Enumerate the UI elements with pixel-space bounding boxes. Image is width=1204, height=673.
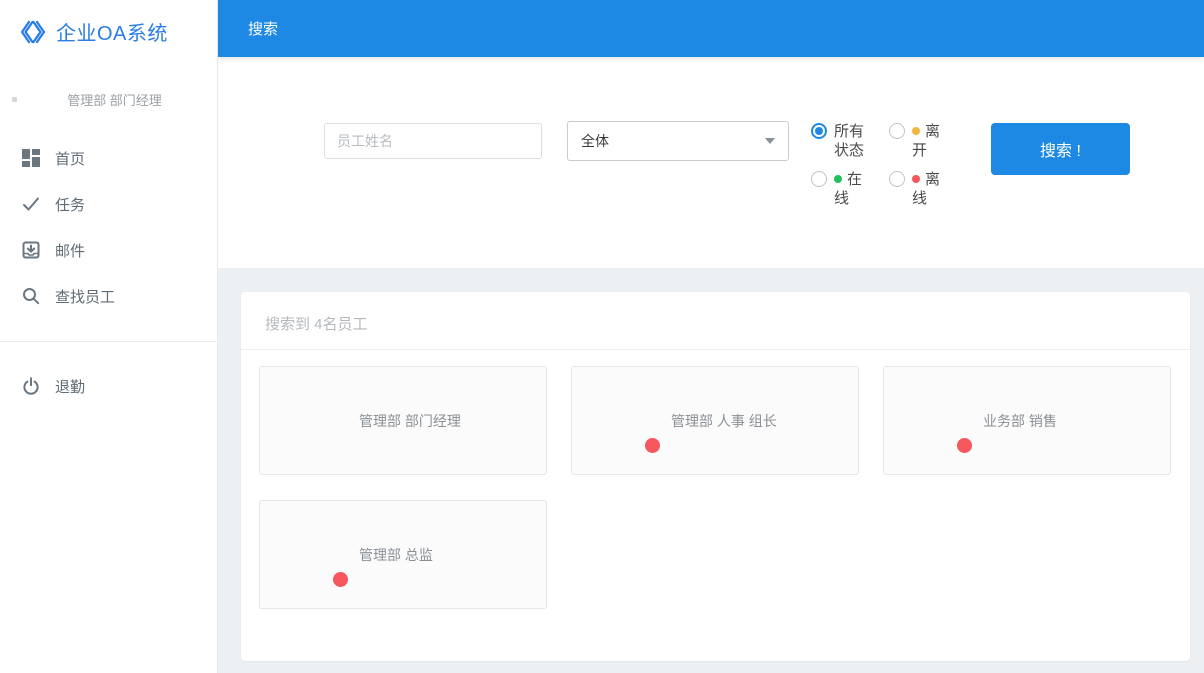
employee-label: 管理部 总监 bbox=[359, 546, 433, 563]
chevron-down-icon bbox=[765, 138, 775, 144]
sidebar-item-home[interactable]: 首页 bbox=[0, 135, 217, 181]
radio-online[interactable]: 在线 bbox=[811, 170, 889, 208]
avatar bbox=[286, 391, 346, 451]
online-status-dot bbox=[834, 175, 842, 184]
power-icon bbox=[21, 377, 40, 396]
sidebar-item-label: 查找员工 bbox=[55, 288, 116, 306]
radio-label: 在线 bbox=[834, 171, 863, 207]
department-select[interactable]: 全体 bbox=[567, 121, 789, 161]
radio-icon bbox=[811, 171, 827, 187]
avatar bbox=[910, 391, 972, 453]
status-badge bbox=[333, 571, 348, 587]
sidebar-item-label: 任务 bbox=[55, 196, 86, 214]
status-radio-group: 所有状态 离开 在线 离线 bbox=[811, 122, 967, 208]
radio-label: 离线 bbox=[912, 171, 941, 207]
app-title: 企业OA系统 bbox=[56, 23, 168, 45]
app-logo: 企业OA系统 bbox=[0, 0, 217, 48]
check-icon bbox=[21, 195, 40, 214]
current-user-label: 管理部 部门经理 bbox=[67, 93, 162, 108]
employee-cards-grid: 管理部 部门经理 管理部 人事 组长 业务部 销售 管理部 总监 bbox=[241, 350, 1190, 625]
radio-offline[interactable]: 离线 bbox=[889, 170, 967, 208]
page-title: 搜索 bbox=[248, 21, 279, 38]
search-form: 全体 所有状态 离开 在线 离线 搜索 ! bbox=[218, 57, 1204, 268]
radio-icon bbox=[889, 123, 905, 139]
app-logo-icon bbox=[19, 19, 47, 45]
sidebar-item-tasks[interactable]: 任务 bbox=[0, 181, 217, 227]
employee-card[interactable]: 管理部 人事 组长 bbox=[571, 366, 859, 475]
sidebar-menu: 首页 任务 邮件 查找员工 退勤 bbox=[0, 135, 217, 409]
employee-card[interactable]: 业务部 销售 bbox=[883, 366, 1171, 475]
department-select-value: 全体 bbox=[581, 133, 609, 149]
sidebar-item-mail[interactable]: 邮件 bbox=[0, 227, 217, 273]
radio-all-status[interactable]: 所有状态 bbox=[811, 122, 889, 160]
search-submit-button[interactable]: 搜索 ! bbox=[991, 123, 1130, 175]
avatar bbox=[598, 391, 660, 453]
search-icon bbox=[21, 287, 40, 306]
radio-icon bbox=[811, 123, 827, 139]
status-badge bbox=[645, 437, 660, 453]
page-header: 搜索 bbox=[218, 0, 1204, 57]
user-avatar-placeholder bbox=[12, 97, 17, 102]
sidebar-divider bbox=[0, 341, 217, 342]
sidebar-item-label: 首页 bbox=[55, 150, 86, 168]
status-badge bbox=[957, 437, 972, 453]
dashboard-icon bbox=[21, 149, 40, 168]
main-area: 搜索 全体 所有状态 离开 在线 离线 搜索 ! bbox=[218, 0, 1204, 673]
employee-card[interactable]: 管理部 部门经理 bbox=[259, 366, 547, 475]
radio-away[interactable]: 离开 bbox=[889, 122, 967, 160]
employee-label: 管理部 人事 组长 bbox=[671, 412, 777, 429]
sidebar-item-label: 退勤 bbox=[55, 378, 86, 396]
avatar bbox=[286, 525, 348, 587]
results-section: 搜索到 4名员工 管理部 部门经理 管理部 人事 组长 业务部 销售 管理部 总… bbox=[218, 268, 1204, 673]
radio-label: 所有状态 bbox=[834, 123, 865, 159]
sidebar: 企业OA系统 管理部 部门经理 首页 任务 邮件 查找员工 退勤 bbox=[0, 0, 218, 673]
sidebar-item-logout[interactable]: 退勤 bbox=[0, 363, 217, 409]
radio-label: 离开 bbox=[912, 123, 941, 159]
employee-name-input[interactable] bbox=[324, 123, 542, 159]
radio-icon bbox=[889, 171, 905, 187]
sidebar-item-label: 邮件 bbox=[55, 242, 86, 260]
mail-icon bbox=[21, 241, 40, 260]
results-summary: 搜索到 4名员工 bbox=[241, 292, 1190, 350]
offline-status-dot bbox=[912, 175, 920, 184]
results-card: 搜索到 4名员工 管理部 部门经理 管理部 人事 组长 业务部 销售 管理部 总… bbox=[241, 292, 1190, 661]
employee-label: 管理部 部门经理 bbox=[359, 412, 461, 429]
employee-label: 业务部 销售 bbox=[983, 412, 1057, 429]
sidebar-item-find-employees[interactable]: 查找员工 bbox=[0, 273, 217, 319]
employee-card[interactable]: 管理部 总监 bbox=[259, 500, 547, 609]
away-status-dot bbox=[912, 127, 920, 136]
